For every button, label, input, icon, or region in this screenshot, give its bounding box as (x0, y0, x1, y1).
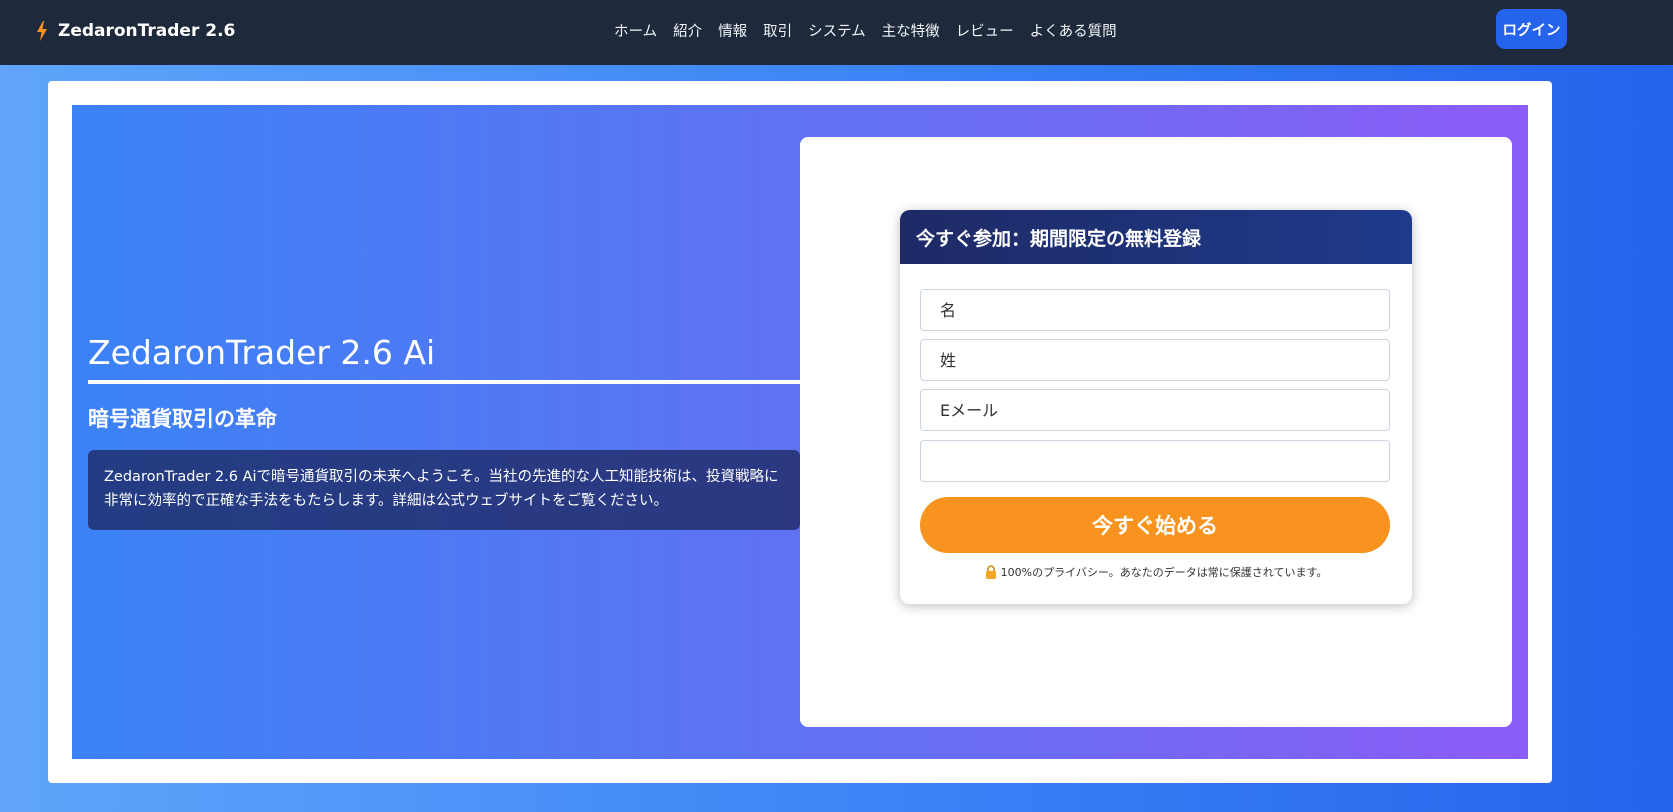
nav-link-reviews[interactable]: レビュー (956, 20, 1014, 41)
hero-subtitle: 暗号通貨取引の革命 (88, 407, 277, 431)
hero-title: ZedaronTrader 2.6 Ai (88, 333, 436, 372)
last-name-input[interactable] (920, 339, 1390, 381)
nav-link-faq[interactable]: よくある質問 (1030, 20, 1117, 41)
form-header: 今すぐ参加：期間限定の無料登録 (900, 210, 1412, 264)
nav-link-features[interactable]: 主な特徴 (882, 20, 940, 41)
first-name-input[interactable] (920, 289, 1390, 331)
hero-description: ZedaronTrader 2.6 Aiで暗号通貨取引の未来へようこそ。当社の先… (88, 450, 800, 530)
brand-name: ZedaronTrader 2.6 (58, 21, 236, 41)
privacy-note: 100%のプライバシー。あなたのデータは常に保護されています。 (900, 562, 1412, 582)
hero-section: ZedaronTrader 2.6 Ai 暗号通貨取引の革命 ZedaronTr… (72, 105, 1528, 759)
lock-icon (985, 565, 996, 579)
signup-form-card: 今すぐ参加：期間限定の無料登録 今すぐ始める 100%のプライバシー。あなたのデ… (900, 210, 1412, 604)
top-navbar: ZedaronTrader 2.6 ホーム 紹介 情報 取引 システム 主な特徴… (0, 0, 1673, 65)
brand-logo[interactable]: ZedaronTrader 2.6 (36, 18, 235, 44)
form-panel: 今すぐ参加：期間限定の無料登録 今すぐ始める 100%のプライバシー。あなたのデ… (800, 137, 1512, 727)
nav-link-system[interactable]: システム (808, 20, 866, 41)
start-now-button[interactable]: 今すぐ始める (920, 497, 1390, 553)
hero-divider (88, 380, 800, 384)
phone-input[interactable] (920, 440, 1390, 482)
privacy-text: 100%のプライバシー。あなたのデータは常に保護されています。 (1000, 566, 1328, 579)
nav-link-info[interactable]: 情報 (718, 20, 747, 41)
main-nav: ホーム 紹介 情報 取引 システム 主な特徴 レビュー よくある質問 (614, 18, 1117, 42)
nav-link-about[interactable]: 紹介 (673, 20, 702, 41)
login-button[interactable]: ログイン (1496, 9, 1567, 49)
lightning-bolt-icon (37, 21, 47, 41)
nav-link-home[interactable]: ホーム (614, 20, 657, 41)
email-input[interactable] (920, 389, 1390, 431)
nav-link-trading[interactable]: 取引 (763, 20, 792, 41)
